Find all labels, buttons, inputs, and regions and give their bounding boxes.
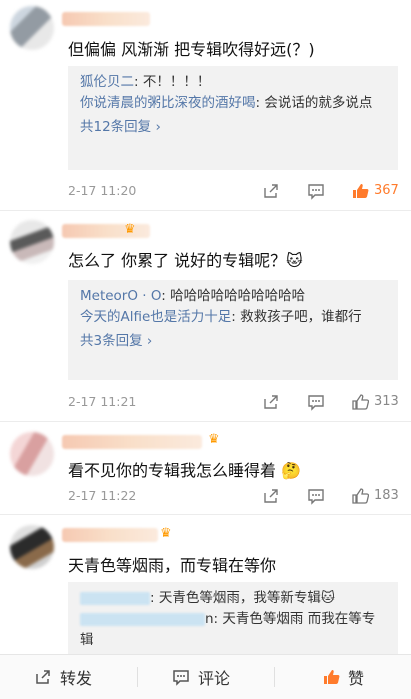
reply-item[interactable]: n: 天青色等烟雨 而我在等专辑 xyxy=(80,609,386,651)
like-count: 313 xyxy=(374,394,399,409)
comment-text: 怎么了 你累了 说好的专辑呢？🐱 xyxy=(68,251,303,270)
divider xyxy=(0,421,411,422)
comment-icon[interactable] xyxy=(307,487,325,505)
bottom-action-bar: 转发 评论 赞 xyxy=(0,654,411,699)
reply-item[interactable]: : 天青色等烟雨，我等新专辑🐱 xyxy=(80,588,386,609)
comment-text: 但偏偏 风渐渐 把专辑吹得好远(？) xyxy=(68,40,315,59)
more-replies-link[interactable]: 共3条回复 › xyxy=(80,330,386,352)
reply-text: 救救孩子吧，谁都行 xyxy=(240,309,362,325)
repost-label: 转发 xyxy=(60,669,93,688)
reply-username[interactable]: 狐伦贝二 xyxy=(80,74,134,90)
reply-username-blurred[interactable] xyxy=(80,612,205,626)
share-icon[interactable] xyxy=(262,182,280,200)
reply-text: 会说话的就多说点 xyxy=(264,95,373,111)
avatar[interactable] xyxy=(10,220,54,264)
reply-text: 哈哈哈哈哈哈哈哈哈哈 xyxy=(170,288,306,304)
vip-badge-icon: ♛ xyxy=(160,526,172,541)
username-blurred[interactable] xyxy=(62,224,150,238)
divider xyxy=(0,210,411,211)
thumbs-up-icon[interactable] xyxy=(351,487,369,505)
vip-badge-icon: ♛ xyxy=(208,432,220,447)
comment-text: 天青色等烟雨，而专辑在等你 xyxy=(68,556,277,575)
repost-button[interactable]: 转发 xyxy=(34,655,92,699)
repost-icon xyxy=(36,670,50,684)
reply-username-blurred[interactable] xyxy=(80,591,150,605)
like-label: 赞 xyxy=(348,669,365,688)
comment-meta: 2-17 11:22 183 xyxy=(68,487,403,507)
comment-meta: 2-17 11:20 367 xyxy=(68,182,403,202)
comment-button[interactable]: 评论 xyxy=(172,655,230,699)
reply-text: 不！！！！ xyxy=(142,74,211,90)
thumbs-up-icon xyxy=(324,670,340,684)
reply-text: 天青色等烟雨，我等新专辑🐱 xyxy=(158,590,335,606)
username-blurred[interactable] xyxy=(62,528,158,542)
share-icon[interactable] xyxy=(262,393,280,411)
thumbs-up-icon[interactable] xyxy=(351,393,369,411)
reply-box[interactable]: : 天青色等烟雨，我等新专辑🐱 n: 天青色等烟雨 而我在等专辑 xyxy=(68,582,398,654)
like-count: 183 xyxy=(374,488,399,503)
reply-username[interactable]: 今天的Alfie也是活力十足 xyxy=(80,309,231,325)
reply-box[interactable]: MeteorO · O: 哈哈哈哈哈哈哈哈哈哈 今天的Alfie也是活力十足: … xyxy=(68,280,398,380)
comment-icon[interactable] xyxy=(307,393,325,411)
timestamp: 2-17 11:22 xyxy=(68,488,137,503)
reply-item[interactable]: 狐伦贝二: 不！！！！ xyxy=(80,72,386,93)
more-replies-link[interactable]: 共12条回复 › xyxy=(80,116,386,138)
reply-box[interactable]: 狐伦贝二: 不！！！！ 你说清晨的粥比深夜的酒好喝: 会说话的就多说点 共12条… xyxy=(68,66,398,170)
divider xyxy=(137,667,138,687)
like-button[interactable]: 赞 xyxy=(322,655,364,699)
reply-username[interactable]: 你说清晨的粥比深夜的酒好喝 xyxy=(80,95,256,111)
reply-item[interactable]: MeteorO · O: 哈哈哈哈哈哈哈哈哈哈 xyxy=(80,286,386,307)
share-icon[interactable] xyxy=(262,487,280,505)
comment-text: 看不见你的专辑我怎么睡得着 🤔 xyxy=(68,461,302,480)
comment-label: 评论 xyxy=(198,669,231,688)
comment-icon[interactable] xyxy=(307,182,325,200)
vip-badge-icon: ♛ xyxy=(124,222,136,237)
username-blurred[interactable] xyxy=(62,12,150,26)
timestamp: 2-17 11:20 xyxy=(68,183,137,198)
thumbs-up-icon[interactable] xyxy=(351,182,369,200)
avatar[interactable] xyxy=(10,6,54,50)
reply-item[interactable]: 今天的Alfie也是活力十足: 救救孩子吧，谁都行 xyxy=(80,307,386,328)
like-count: 367 xyxy=(374,183,399,198)
username-blurred[interactable] xyxy=(62,435,202,449)
reply-item[interactable]: 你说清晨的粥比深夜的酒好喝: 会说话的就多说点 xyxy=(80,93,386,114)
divider xyxy=(0,514,411,515)
comment-meta: 2-17 11:21 313 xyxy=(68,393,403,413)
comment-icon xyxy=(173,670,189,686)
avatar[interactable] xyxy=(10,432,54,476)
avatar[interactable] xyxy=(10,525,54,569)
timestamp: 2-17 11:21 xyxy=(68,394,137,409)
divider xyxy=(274,667,275,687)
reply-username[interactable]: MeteorO · O xyxy=(80,288,161,304)
